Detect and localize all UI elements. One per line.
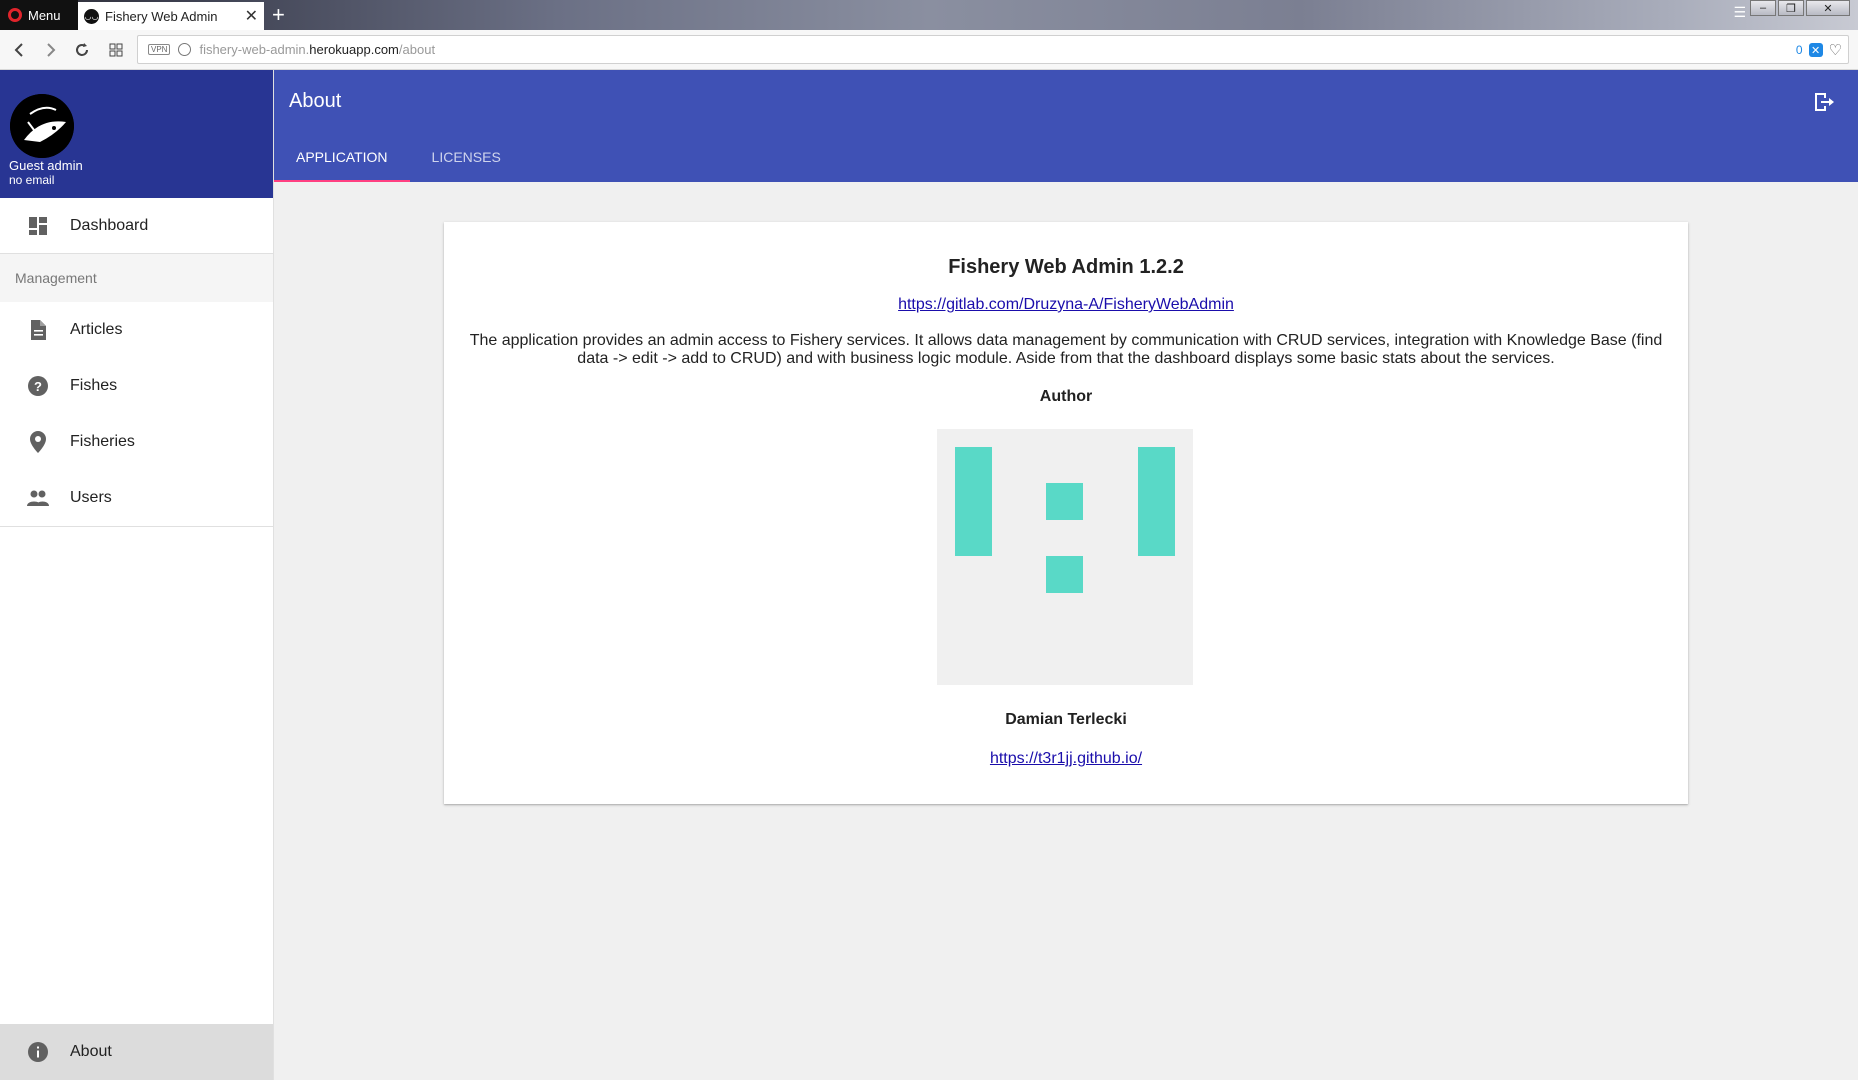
main-content: Fishery Web Admin 1.2.2 https://gitlab.c…	[274, 182, 1858, 1080]
adblock-count: 0	[1795, 43, 1803, 57]
identicon-block	[1138, 447, 1175, 556]
window-controls: – ❐ ✕	[1750, 0, 1850, 18]
maximize-window-button[interactable]: ❐	[1778, 0, 1804, 16]
browser-tab-title: Fishery Web Admin	[105, 8, 218, 24]
menu-label: Menu	[28, 7, 61, 23]
info-icon	[26, 1040, 50, 1064]
back-icon[interactable]	[8, 38, 32, 62]
site-favicon-icon: ◡◡	[84, 8, 99, 24]
identicon-block	[1046, 556, 1083, 593]
app-description: The application provides an admin access…	[469, 332, 1663, 367]
author-heading: Author	[1039, 388, 1093, 405]
app-bar: About APPLICATION LICENSES	[274, 70, 1858, 182]
close-window-button[interactable]: ✕	[1806, 0, 1850, 16]
minimize-window-button[interactable]: –	[1750, 0, 1776, 16]
sidebar-item-label: About	[70, 1043, 112, 1060]
user-email: no email	[9, 173, 55, 187]
svg-text:?: ?	[34, 379, 42, 394]
easy-setup-icon[interactable]: ☰	[1733, 4, 1746, 21]
article-icon	[26, 318, 50, 342]
url-input[interactable]: VPN fishery-web-admin.herokuapp.com/abou…	[137, 35, 1849, 64]
tab-application[interactable]: APPLICATION	[274, 132, 410, 182]
about-card: Fishery Web Admin 1.2.2 https://gitlab.c…	[444, 222, 1688, 804]
logout-icon[interactable]	[1812, 90, 1836, 114]
management-list: Articles ? Fishes Fisheries Users	[0, 302, 273, 527]
tabs: APPLICATION LICENSES	[274, 132, 523, 182]
vpn-badge[interactable]: VPN	[148, 44, 171, 55]
fish-logo-icon	[10, 94, 74, 158]
identicon-block	[955, 447, 992, 556]
bookmark-heart-icon[interactable]: ♡	[1829, 41, 1842, 59]
sidebar-item-label: Dashboard	[70, 216, 149, 234]
repo-link[interactable]: https://gitlab.com/Druzyna-A/FisheryWebA…	[898, 296, 1234, 313]
sidebar-item-articles[interactable]: Articles	[0, 302, 273, 358]
sidebar-item-fishes[interactable]: ? Fishes	[0, 358, 273, 414]
url-text: fishery-web-admin.herokuapp.com/about	[199, 42, 436, 57]
forward-icon[interactable]	[38, 38, 62, 62]
app-title: Fishery Web Admin 1.2.2	[948, 256, 1184, 278]
tab-licenses[interactable]: LICENSES	[410, 132, 523, 182]
avatar	[10, 94, 74, 158]
user-name: Guest admin	[9, 158, 83, 173]
browser-tab-bar: Menu ◡◡ Fishery Web Admin ✕ + ☰ – ❐ ✕	[0, 0, 1858, 30]
page-title: About	[289, 90, 342, 112]
people-icon	[26, 486, 50, 510]
sidebar: Guest admin no email Dashboard Managemen…	[0, 70, 274, 1080]
section-header-management: Management	[0, 254, 273, 302]
help-circle-icon: ?	[26, 374, 50, 398]
author-identicon	[937, 429, 1193, 685]
sidebar-item-users[interactable]: Users	[0, 470, 273, 526]
new-tab-button[interactable]: +	[272, 3, 285, 27]
identicon-block	[1046, 483, 1083, 520]
sidebar-item-label: Users	[70, 489, 112, 506]
profile-header: Guest admin no email	[0, 70, 273, 198]
reload-icon[interactable]	[70, 38, 94, 62]
opera-logo-icon	[8, 8, 22, 22]
sidebar-item-label: Fisheries	[70, 433, 135, 450]
speed-dial-icon[interactable]	[104, 38, 128, 62]
sidebar-item-fisheries[interactable]: Fisheries	[0, 414, 273, 470]
map-pin-icon	[26, 430, 50, 454]
url-actions: 0 ✕ ♡	[1796, 41, 1842, 59]
opera-menu-button[interactable]: Menu	[0, 0, 78, 30]
sidebar-item-about[interactable]: About	[0, 1024, 273, 1080]
sidebar-item-label: Fishes	[70, 377, 118, 394]
sidebar-item-dashboard[interactable]: Dashboard	[0, 198, 273, 254]
author-website-link[interactable]: https://t3r1jj.github.io/	[990, 750, 1142, 767]
sidebar-item-label: Articles	[70, 321, 123, 338]
dashboard-icon	[26, 214, 50, 238]
author-name: Damian Terlecki	[1005, 711, 1127, 728]
adblock-icon[interactable]: ✕	[1808, 43, 1823, 57]
globe-icon[interactable]	[178, 43, 192, 56]
close-tab-icon[interactable]: ✕	[245, 6, 258, 26]
browser-tab[interactable]: ◡◡ Fishery Web Admin ✕	[78, 2, 264, 30]
address-bar: VPN fishery-web-admin.herokuapp.com/abou…	[0, 30, 1858, 70]
